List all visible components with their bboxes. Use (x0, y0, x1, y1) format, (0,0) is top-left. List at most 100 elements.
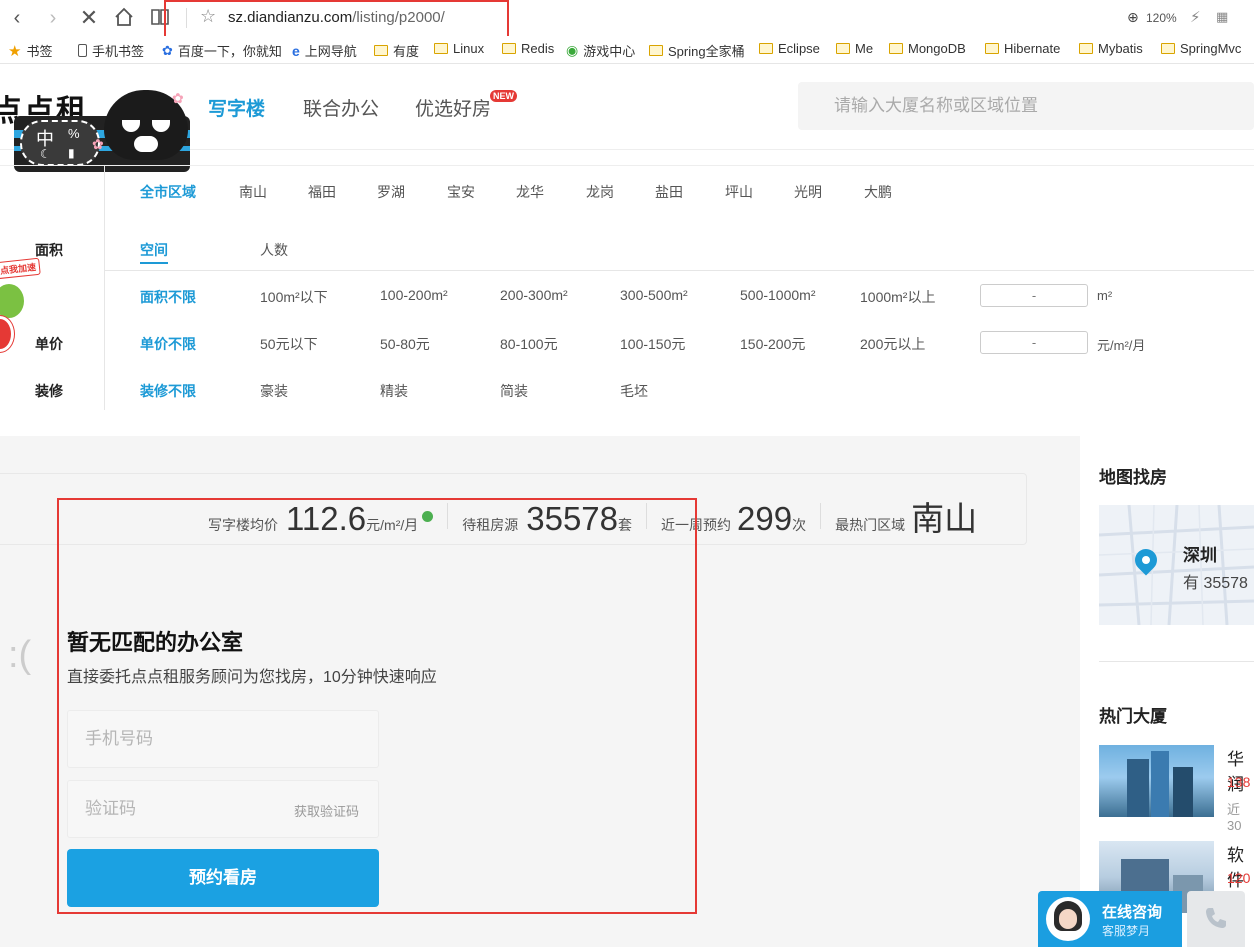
area-option[interactable]: 1000m²以上 (860, 287, 935, 307)
bookmark-item[interactable]: ◉ 游戏中心 (566, 41, 635, 60)
tab-space[interactable]: 空间 (140, 240, 168, 260)
folder-icon (1079, 43, 1093, 54)
promo-badge-icon[interactable] (0, 316, 14, 352)
ie-icon: e (292, 42, 300, 59)
building-image[interactable] (1099, 745, 1214, 817)
district-option[interactable]: 龙岗 (586, 182, 614, 202)
bookmark-folder[interactable]: Eclipse (759, 41, 820, 56)
area-any[interactable]: 面积不限 (140, 287, 196, 307)
bookmark-folder[interactable]: Hibernate (985, 41, 1060, 56)
tab-underline (140, 262, 168, 264)
decor-option[interactable]: 精装 (380, 381, 408, 401)
hot-buildings-title: 热门大厦 (1099, 707, 1167, 726)
area-option[interactable]: 300-500m² (620, 287, 688, 303)
area-range-input[interactable]: - (980, 284, 1088, 307)
percent-icon: % (68, 126, 80, 141)
price-option[interactable]: 200元以上 (860, 334, 925, 354)
area-option[interactable]: 200-300m² (500, 287, 568, 303)
map-count: 有 35578 (1183, 575, 1248, 592)
folder-icon (889, 43, 903, 54)
folder-icon (759, 43, 773, 54)
folder-icon (1161, 43, 1175, 54)
map-title: 地图找房 (1099, 468, 1167, 487)
moon-icon: ☾ (40, 147, 51, 161)
nav-featured[interactable]: 优选好房 (415, 94, 491, 121)
star-bookmark-icon: ★ (8, 42, 22, 60)
online-chat-button[interactable]: 在线咨询 客服梦月 (1038, 891, 1182, 947)
nav-coworking[interactable]: 联合办公 (303, 94, 379, 121)
phone-icon (78, 44, 87, 57)
decor-option[interactable]: 简装 (500, 381, 528, 401)
building-meta: 近30 (1227, 802, 1242, 833)
baidu-icon: ✿ (162, 42, 173, 58)
bookmark-item[interactable]: ✿ 百度一下，你就知 (162, 41, 282, 60)
back-icon[interactable]: ‹ (5, 6, 29, 30)
district-all[interactable]: 全市区域 (140, 182, 196, 202)
district-option[interactable]: 龙华 (516, 182, 544, 202)
map-card[interactable]: 深圳 有 35578 (1099, 505, 1254, 625)
folder-icon (434, 43, 448, 54)
browser-toolbar: ‹ › ✕ ☆ sz.diandianzu.com/listing/p2000/… (0, 0, 1254, 57)
divider (0, 165, 1254, 166)
new-badge: NEW (490, 90, 517, 102)
area-label: 面积 (35, 242, 63, 258)
district-option[interactable]: 坪山 (725, 182, 753, 202)
price-unit: 元/m²/月 (1097, 338, 1146, 353)
decor-option[interactable]: 毛坯 (620, 381, 648, 401)
search-box[interactable] (798, 82, 1254, 130)
bookmark-folder[interactable]: SpringMvc (1161, 41, 1241, 56)
forward-icon[interactable]: › (41, 6, 65, 30)
price-option[interactable]: 150-200元 (740, 334, 805, 354)
zoom-icon[interactable]: ⊕ (1127, 9, 1139, 26)
qr-icon[interactable]: ▦ (1216, 9, 1228, 25)
area-option[interactable]: 500-1000m² (740, 287, 816, 303)
district-option[interactable]: 宝安 (447, 182, 475, 202)
price-option[interactable]: 100-150元 (620, 334, 685, 354)
price-any[interactable]: 单价不限 (140, 334, 196, 354)
flower-icon: ✿ (92, 136, 104, 152)
bookmark-folder[interactable]: Spring全家桶 (649, 41, 745, 60)
home-icon[interactable] (112, 6, 136, 30)
stat-hot-label: 最热门区域 (835, 517, 906, 533)
bookmark-folder[interactable]: Redis (502, 41, 554, 56)
chat-title: 在线咨询 (1102, 904, 1163, 921)
mascot-pill: 中 % ☾ ▮ (20, 120, 100, 166)
bookmark-item[interactable]: e 上网导航 (292, 41, 357, 60)
price-option[interactable]: 50-80元 (380, 334, 430, 354)
decor-any[interactable]: 装修不限 (140, 381, 196, 401)
decor-option[interactable]: 豪装 (260, 381, 288, 401)
shirt-icon: ▮ (68, 146, 75, 160)
phone-call-button[interactable] (1187, 891, 1245, 947)
area-option[interactable]: 100-200m² (380, 287, 448, 303)
price-option[interactable]: 80-100元 (500, 334, 558, 354)
bookmark-item[interactable]: 手机书签 (78, 41, 144, 60)
district-option[interactable]: 盐田 (655, 182, 683, 202)
district-option[interactable]: 光明 (794, 182, 822, 202)
district-option[interactable]: 福田 (308, 182, 336, 202)
nav-office[interactable]: 写字楼 (208, 94, 265, 121)
district-option[interactable]: 大鹏 (864, 182, 892, 202)
filter-divider (104, 166, 105, 410)
bookmark-folder[interactable]: Me (836, 41, 873, 56)
sad-face-icon: :( (8, 634, 32, 676)
zoom-level[interactable]: 120% (1146, 11, 1177, 25)
bookmark-folder[interactable]: Mybatis (1079, 41, 1143, 56)
folder-icon (985, 43, 999, 54)
search-input[interactable] (798, 82, 1254, 130)
price-option[interactable]: 50元以下 (260, 334, 318, 354)
district-option[interactable]: 南山 (239, 182, 267, 202)
lightning-icon[interactable]: ⚡ (1190, 8, 1201, 26)
stop-icon[interactable]: ✕ (77, 6, 101, 30)
bookmark-item[interactable]: ★ 书签 (8, 41, 52, 60)
bookmark-folder[interactable]: Linux (434, 41, 484, 56)
area-option[interactable]: 100m²以下 (260, 287, 328, 307)
tab-people[interactable]: 人数 (260, 240, 288, 260)
promo-tag[interactable]: 点我加速 (0, 257, 41, 280)
decor-label: 装修 (35, 383, 63, 399)
bookmark-folder[interactable]: MongoDB (889, 41, 966, 56)
district-option[interactable]: 罗湖 (377, 182, 405, 202)
price-range-input[interactable]: - (980, 331, 1088, 354)
building-price: 138 (1227, 774, 1251, 790)
stat-sep (820, 503, 822, 529)
bookmark-folder[interactable]: 有度 (374, 41, 419, 60)
